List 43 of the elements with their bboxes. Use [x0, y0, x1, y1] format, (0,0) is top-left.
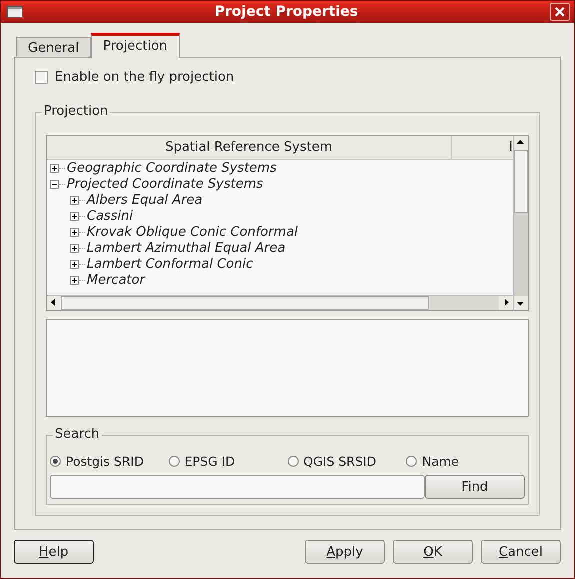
checkbox[interactable]: [35, 71, 48, 84]
dialog-button[interactable]: OK: [393, 540, 473, 564]
tree-item[interactable]: Mercator: [87, 272, 146, 288]
radio-button[interactable]: [288, 456, 298, 466]
tree-item[interactable]: Lambert Conformal Conic: [87, 256, 254, 272]
window-title: Project Properties: [214, 4, 360, 20]
tree-item[interactable]: Projected Coordinate Systems: [67, 176, 264, 192]
tree-item[interactable]: Geographic Coordinate Systems: [67, 160, 277, 176]
dialog-button[interactable]: Help: [14, 540, 94, 564]
expander-icon[interactable]: [70, 244, 79, 252]
tab[interactable]: General: [16, 37, 92, 57]
radio-label: EPSG ID: [184, 454, 236, 468]
column-header[interactable]: Spatial Reference System: [47, 136, 452, 159]
tree-item[interactable]: Krovak Oblique Conic Conformal: [87, 224, 298, 240]
checkbox-label: Enable on the fly projection: [55, 70, 234, 85]
expander-icon[interactable]: [50, 164, 59, 172]
group-title: Projection: [42, 104, 110, 120]
dialog-button[interactable]: Apply: [305, 540, 385, 564]
radio-button[interactable]: [50, 456, 61, 466]
window-icon: [7, 6, 23, 18]
tab[interactable]: Projection: [91, 33, 180, 58]
expander-icon[interactable]: [50, 180, 59, 188]
tree-item[interactable]: Albers Equal Area: [87, 192, 203, 208]
radio-button[interactable]: [406, 456, 418, 466]
dialog-button[interactable]: Cancel: [481, 540, 561, 564]
radio-label: QGIS SRSID: [304, 454, 376, 468]
find-button[interactable]: Find: [425, 475, 525, 499]
search-field[interactable]: [50, 475, 425, 499]
radio-label: Postgis SRID: [66, 454, 144, 468]
vertical-scrollbar[interactable]: [513, 136, 528, 310]
expander-icon[interactable]: [70, 212, 79, 220]
expander-icon[interactable]: [70, 228, 79, 236]
tree-item[interactable]: Cassini: [87, 208, 134, 224]
column-header[interactable]: I: [452, 136, 513, 159]
radio-label: Name: [422, 454, 460, 468]
radio-button[interactable]: [168, 456, 180, 466]
expander-icon[interactable]: [70, 260, 79, 268]
close-icon: [555, 7, 565, 17]
tree-item[interactable]: Lambert Azimuthal Equal Area: [87, 240, 286, 256]
horizontal-scrollbar[interactable]: [47, 295, 513, 310]
close-button[interactable]: [550, 3, 570, 21]
expander-icon[interactable]: [70, 196, 79, 204]
expander-icon[interactable]: [70, 276, 79, 284]
